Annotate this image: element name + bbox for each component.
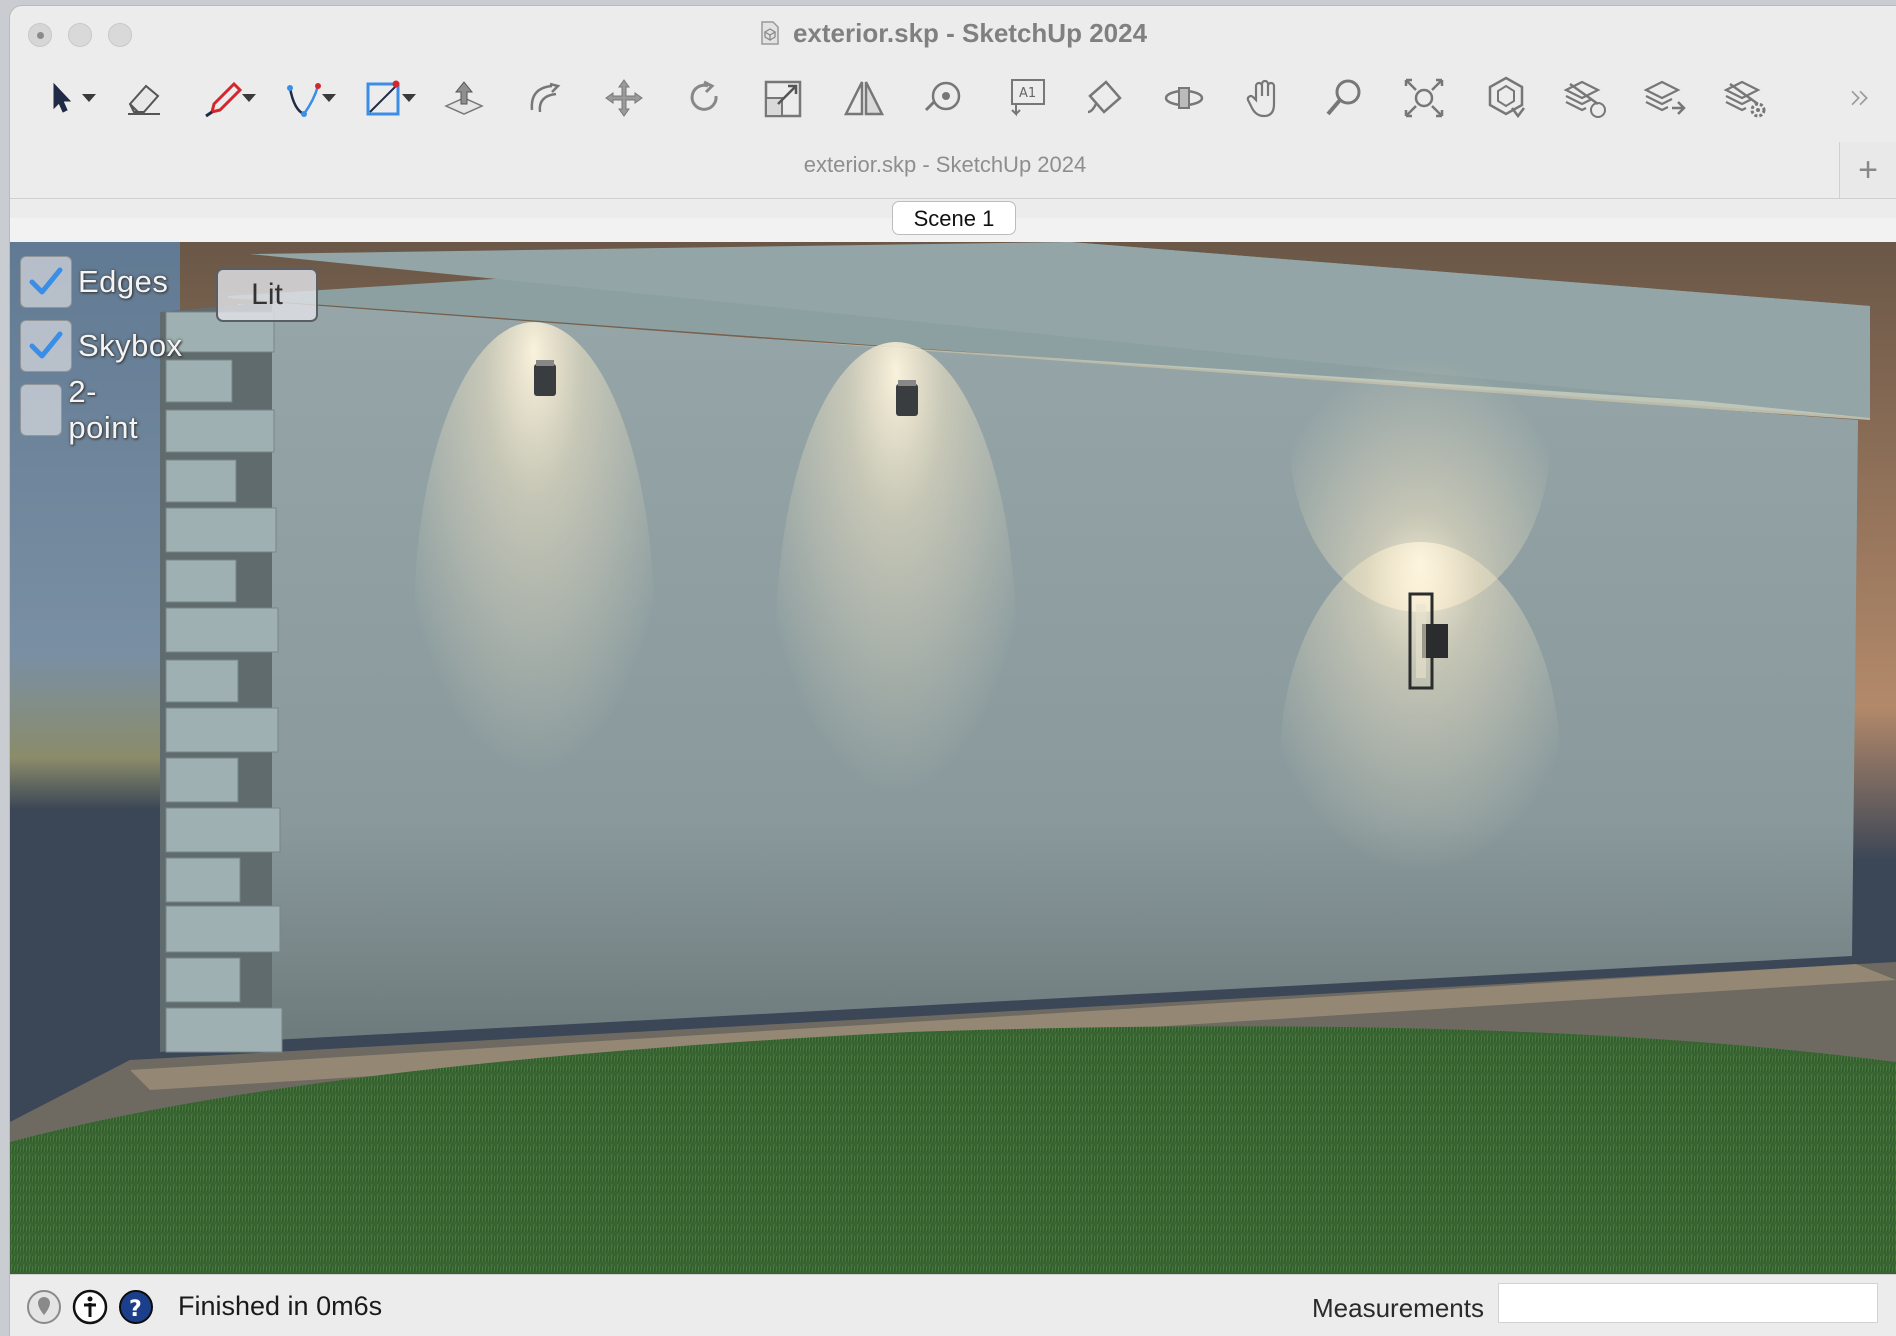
pan-tool-button[interactable]: [1234, 68, 1294, 128]
arc-icon: [287, 83, 321, 117]
offset-tool-button[interactable]: [514, 68, 574, 128]
zoom-extents-icon: [1404, 78, 1444, 118]
export-tool-button[interactable]: [1636, 68, 1696, 128]
scale-tool-button[interactable]: [754, 68, 814, 128]
3d-viewport[interactable]: Edges Skybox 2-point Lit: [10, 242, 1896, 1274]
chevron-double-right-icon: [1851, 90, 1868, 106]
toolbar-divider: [10, 198, 1896, 199]
select-dropdown-icon[interactable]: [82, 94, 96, 102]
svg-text:?: ?: [129, 1297, 142, 1322]
skybox-checkbox[interactable]: [20, 320, 72, 372]
scene-tab-scene-1[interactable]: Scene 1: [892, 201, 1016, 235]
sketchup-window: exterior.skp - SketchUp 2024 A1 exterior…: [10, 6, 1896, 1336]
orbit-tool-button[interactable]: [1154, 68, 1214, 128]
measurements-label: Measurements: [1312, 1293, 1484, 1323]
tape-measure-tool-button[interactable]: [914, 68, 974, 128]
title-bar: exterior.skp - SketchUp 2024: [10, 6, 1896, 62]
rendered-scene: [10, 242, 1896, 1274]
layers-refresh-icon: [1563, 80, 1606, 118]
magnifier-icon: [1326, 79, 1361, 116]
document-title: exterior.skp - SketchUp 2024: [803, 152, 1087, 177]
warehouse-icon: [1488, 76, 1525, 119]
two-point-toggle-row[interactable]: 2-point: [20, 374, 148, 445]
arrow-cursor-icon: [53, 82, 72, 113]
checkmark-icon: [29, 331, 63, 359]
select-tool-button[interactable]: [30, 68, 90, 128]
checkmark-icon: [29, 267, 63, 295]
scale-icon: [764, 80, 802, 118]
flip-tool-button[interactable]: [834, 68, 894, 128]
rectangle-dropdown-icon[interactable]: [402, 94, 416, 102]
main-toolbar: A1: [30, 68, 1890, 132]
push-pull-icon: [444, 81, 484, 115]
lit-button[interactable]: Lit: [216, 268, 318, 322]
edges-label: Edges: [78, 264, 169, 299]
text-tool-button[interactable]: A1: [994, 68, 1054, 128]
eraser-icon: [128, 84, 160, 115]
window-title-text: exterior.skp - SketchUp 2024: [792, 18, 1148, 48]
layers-arrow-icon: [1643, 80, 1686, 115]
edges-toggle-row[interactable]: Edges: [20, 254, 168, 310]
push-pull-tool-button[interactable]: [434, 68, 494, 128]
text-tool-glyph: A1: [1019, 86, 1036, 101]
tape-measure-icon: [924, 81, 961, 112]
rectangle-icon: [366, 80, 400, 116]
zoom-tool-button[interactable]: [1314, 68, 1374, 128]
window-title: exterior.skp - SketchUp 2024: [10, 18, 1896, 49]
skybox-toggle-row[interactable]: Skybox: [20, 318, 183, 374]
add-tab-button[interactable]: +: [1839, 142, 1896, 198]
hand-icon: [1246, 79, 1276, 118]
two-point-label: 2-point: [68, 374, 139, 445]
help-icon[interactable]: ?: [118, 1289, 154, 1325]
two-point-checkbox[interactable]: [20, 384, 63, 436]
settings-tool-button[interactable]: [1716, 68, 1776, 128]
3d-warehouse-tool-button[interactable]: [1476, 68, 1536, 128]
paint-bucket-tool-button[interactable]: [1074, 68, 1134, 128]
orbit-icon: [1164, 87, 1204, 109]
text-icon: A1: [1011, 79, 1045, 117]
credits-info-icon[interactable]: [72, 1289, 108, 1325]
layers-gear-icon: [1723, 80, 1766, 118]
geo-location-icon[interactable]: [26, 1289, 62, 1325]
toolbar-overflow-button[interactable]: [1840, 68, 1880, 128]
eraser-tool-button[interactable]: [114, 68, 174, 128]
offset-icon: [530, 82, 561, 113]
status-message: Finished in 0m6s: [178, 1291, 383, 1321]
arc-dropdown-icon[interactable]: [322, 94, 336, 102]
move-tool-button[interactable]: [594, 68, 654, 128]
rotate-icon: [690, 80, 718, 111]
document-icon: [761, 21, 779, 45]
zoom-extents-tool-button[interactable]: [1394, 68, 1454, 128]
line-dropdown-icon[interactable]: [242, 94, 256, 102]
move-icon: [605, 79, 643, 117]
pencil-icon: [205, 81, 243, 118]
rotate-tool-button[interactable]: [674, 68, 734, 128]
paint-bucket-icon: [1087, 80, 1122, 114]
render-settings-tool-button[interactable]: [1556, 68, 1616, 128]
flip-icon: [843, 81, 885, 116]
status-bar: ? Finished in 0m6s Measurements: [10, 1274, 1896, 1336]
skybox-label: Skybox: [78, 328, 183, 363]
edges-checkbox[interactable]: [20, 256, 72, 308]
measurements-input[interactable]: [1498, 1283, 1878, 1323]
